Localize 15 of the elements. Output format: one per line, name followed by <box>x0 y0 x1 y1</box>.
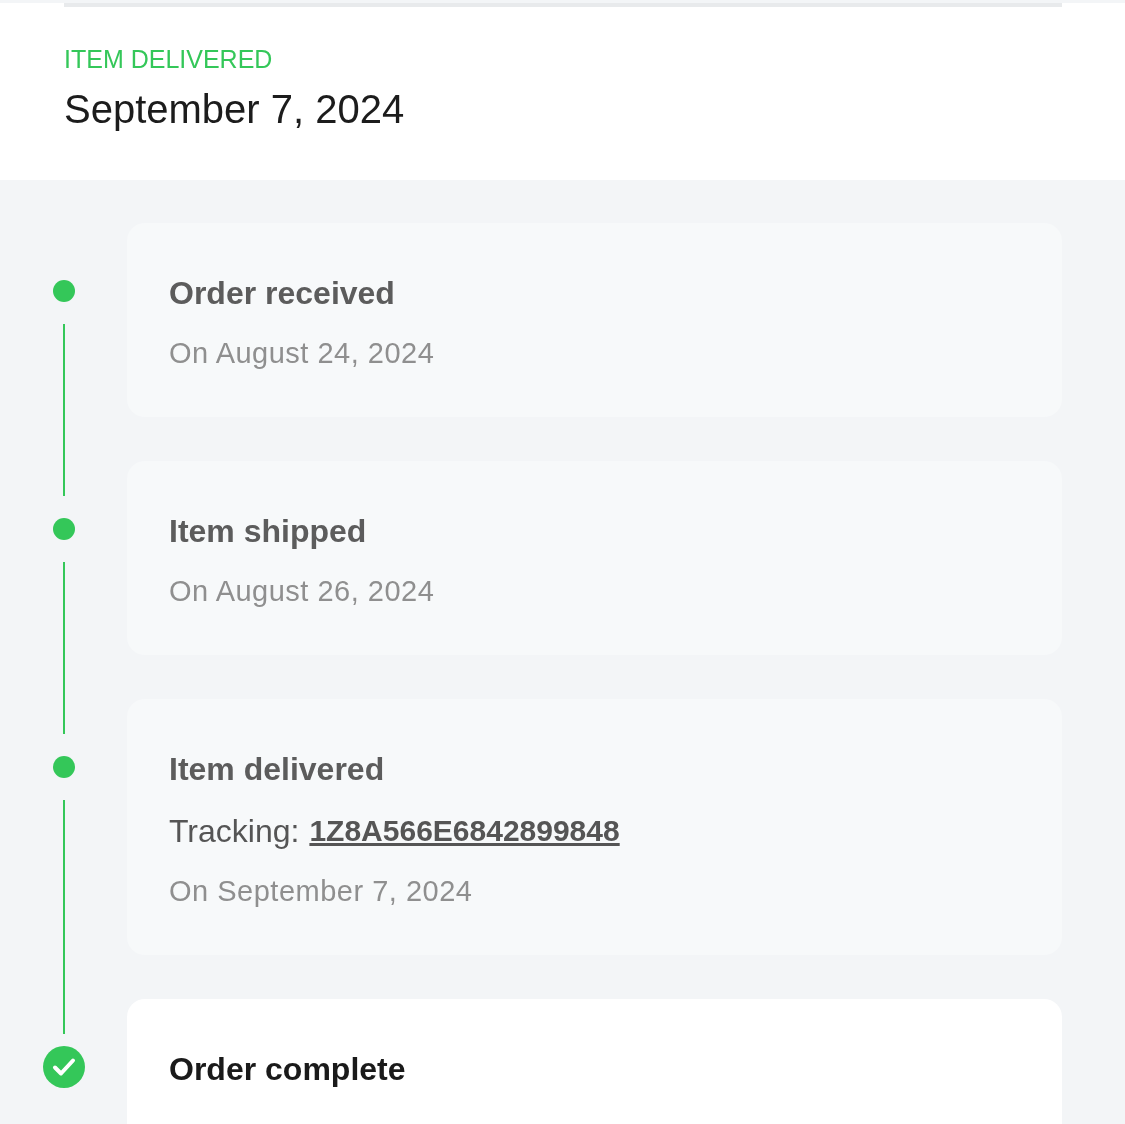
status-dot <box>52 518 75 540</box>
status-label: ITEM DELIVERED <box>64 44 274 74</box>
tracking-label: Tracking: <box>169 812 300 851</box>
status-dot <box>52 280 75 302</box>
delivery-date: September 7, 2024 <box>64 86 406 132</box>
step-date: On August 24, 2024 <box>169 336 436 371</box>
step-title: Item delivered <box>169 750 386 789</box>
tracking-link[interactable]: 1Z8A566E6842899848 <box>309 811 620 851</box>
step-date: On September 7, 2024 <box>169 874 474 909</box>
check-circle-icon <box>42 1046 85 1088</box>
step-title: Item shipped <box>169 512 368 551</box>
step-title: Order received <box>169 274 396 313</box>
status-dot <box>52 756 75 778</box>
step-date: On August 26, 2024 <box>169 574 436 609</box>
step-title: Order complete <box>169 1050 407 1089</box>
